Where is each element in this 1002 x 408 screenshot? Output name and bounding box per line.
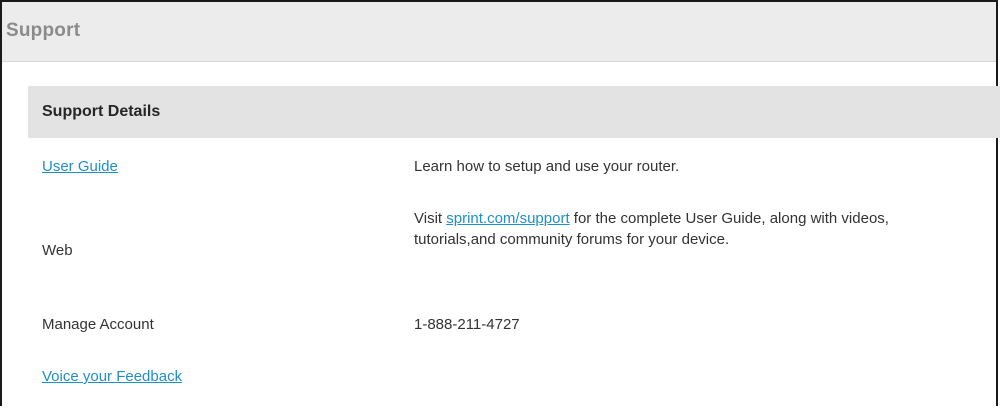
sprint-support-link[interactable]: sprint.com/support bbox=[446, 210, 569, 227]
web-label: Web bbox=[42, 242, 73, 259]
user-guide-link[interactable]: User Guide bbox=[42, 156, 118, 177]
manage-account-label: Manage Account bbox=[42, 316, 154, 333]
page-title: Support bbox=[6, 20, 81, 41]
user-guide-description: Learn how to setup and use your router. bbox=[414, 158, 680, 175]
support-details-section: Support Details User Guide Learn how to … bbox=[28, 86, 1000, 385]
section-title: Support Details bbox=[42, 103, 161, 120]
section-header: Support Details bbox=[28, 86, 1000, 138]
web-description: Visit sprint.com/support for the complet… bbox=[414, 208, 944, 250]
manage-account-phone: 1-888-211-4727 bbox=[414, 316, 520, 333]
voice-feedback-link[interactable]: Voice your Feedback bbox=[42, 366, 182, 387]
support-page: Support Support Details User Guide Learn… bbox=[0, 0, 1000, 406]
web-description-prefix: Visit bbox=[414, 210, 447, 227]
page-header: Support bbox=[2, 2, 996, 62]
